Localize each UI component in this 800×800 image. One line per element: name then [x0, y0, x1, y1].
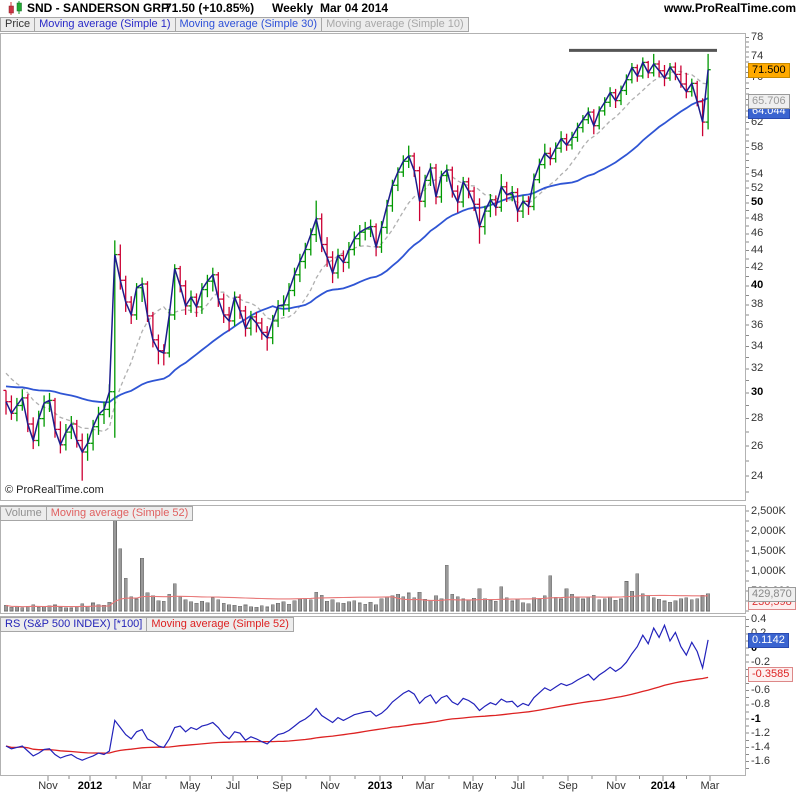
- price-axis-label-price: 34: [751, 339, 764, 352]
- chart-canvas: [3, 36, 749, 781]
- price-axis-label-price: 74: [751, 50, 764, 63]
- price-last-value-label: 71.500: [748, 62, 790, 78]
- rs-axis-label-rs: -0.6: [751, 684, 770, 697]
- price-last-value-label: 65.706: [748, 94, 790, 110]
- xaxis-label-2013: 2013: [367, 780, 393, 792]
- xaxis-label-2012: 2012: [77, 780, 103, 792]
- volume-bars: [4, 513, 711, 612]
- tab-volume[interactable]: Volume: [0, 506, 47, 521]
- volume-axis-label-volume: 1,500K: [751, 544, 786, 557]
- xaxis-label-sep: Sep: [272, 780, 292, 792]
- price-axis-label-price: 52: [751, 181, 764, 194]
- price-axis-label-price: 36: [751, 318, 764, 331]
- price-axis-label-price: 32: [751, 362, 764, 375]
- last-price-change: 71.50 (+10.85%): [165, 1, 255, 15]
- tab-price[interactable]: Price: [0, 17, 36, 32]
- price-axis-label-price: 78: [751, 30, 764, 43]
- xaxis-label-mar: Mar: [415, 780, 435, 792]
- volume-axis-label-volume: 2,000K: [751, 524, 786, 537]
- tab-ma-simple-30[interactable]: Moving average (Simple 30): [174, 17, 323, 32]
- price-axis-label-price: 26: [751, 439, 764, 452]
- volume-legend-row: Volume Moving average (Simple 52): [0, 506, 194, 521]
- xaxis-label-nov: Nov: [38, 780, 58, 792]
- rs-legend-row: RS (S&P 500 INDEX) [*100] Moving average…: [0, 617, 294, 632]
- xaxis-label-may: May: [179, 780, 201, 792]
- tab-ma-simple-10[interactable]: Moving average (Simple 10): [321, 17, 469, 32]
- price-axis-label-price: 40: [751, 279, 764, 292]
- xaxis-label-mar: Mar: [132, 780, 152, 792]
- rs-last-value-label: -0.3585: [748, 666, 794, 682]
- rs-axis-label-rs: 0.4: [751, 613, 767, 626]
- price-axis-label-price: 58: [751, 141, 764, 153]
- rs-axis-label-rs: -1: [751, 712, 761, 725]
- price-ohlc-bars: [3, 53, 711, 481]
- price-axis-label-price: 44: [751, 243, 764, 256]
- xaxis-label-nov: Nov: [320, 780, 340, 792]
- cursor-date: Mar 04 2014: [320, 1, 389, 15]
- tab-volume-ma-52[interactable]: Moving average (Simple 52): [45, 506, 194, 521]
- price-axis-label-price: 38: [751, 298, 764, 311]
- tab-ma-simple-1[interactable]: Moving average (Simple 1): [34, 17, 176, 32]
- rs-axis-label-rs: -0.8: [751, 698, 770, 711]
- volume-axis-label-volume: 1,000K: [751, 564, 786, 577]
- price-axis-label-price: 50: [751, 196, 764, 209]
- price-close-line: [5, 60, 709, 454]
- volume-last-value-label: 429,870: [748, 586, 796, 602]
- price-axis-label-price: 54: [751, 167, 764, 180]
- xaxis-label-may: May: [462, 780, 484, 792]
- candlestick-icon: [8, 1, 22, 15]
- rs-last-value-label: 0.1142: [748, 632, 789, 648]
- xaxis-label-jul: Jul: [510, 780, 526, 792]
- price-axis-label-price: 30: [751, 386, 764, 399]
- price-axis-label-price: 46: [751, 227, 764, 240]
- axis-ticks: [47, 36, 749, 781]
- rs-axis-label-rs: -1.4: [751, 740, 770, 753]
- timeframe-label[interactable]: Weekly: [272, 1, 313, 15]
- tab-rs-ma-52[interactable]: Moving average (Simple 52): [146, 617, 294, 632]
- prorealtime-chart-window: SND - SANDERSON GRP 71.50 (+10.85%) Week…: [0, 0, 800, 800]
- website-link[interactable]: www.ProRealTime.com: [664, 1, 796, 15]
- xaxis-label-mar: Mar: [700, 780, 720, 792]
- price-axis-label-price: 24: [751, 469, 764, 482]
- xaxis-label-2014: 2014: [650, 780, 676, 792]
- rs-axis-label-rs: -1.2: [751, 726, 770, 739]
- rs-axis-label-rs: -1.6: [751, 755, 770, 768]
- volume-axis-label-volume: 2,500K: [751, 504, 786, 517]
- watermark: © ProRealTime.com: [5, 484, 104, 496]
- price-legend-row: Price Moving average (Simple 1) Moving a…: [0, 17, 469, 32]
- xaxis-label-sep: Sep: [558, 780, 578, 792]
- volume-ma52-line: [5, 594, 709, 608]
- header-bar: SND - SANDERSON GRP 71.50 (+10.85%) Week…: [0, 0, 800, 17]
- tab-rs-sp500[interactable]: RS (S&P 500 INDEX) [*100]: [0, 617, 148, 632]
- symbol-title: SND - SANDERSON GRP: [27, 1, 170, 15]
- xaxis-label-jul: Jul: [225, 780, 241, 792]
- price-axis-label-price: 28: [751, 412, 764, 425]
- xaxis-label-nov: Nov: [606, 780, 626, 792]
- price-ma10-dashed-line: [5, 70, 709, 433]
- price-axis-label-price: 48: [751, 211, 764, 224]
- price-axis-label-price: 42: [751, 261, 764, 274]
- rs-line: [5, 623, 709, 761]
